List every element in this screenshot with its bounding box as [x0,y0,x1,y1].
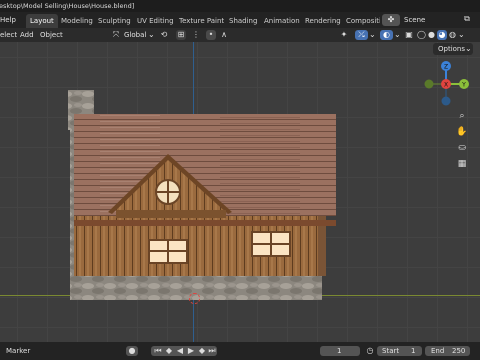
select-menu[interactable]: elect [0,31,17,39]
solid-shading-icon[interactable]: ● [427,30,436,40]
house-model[interactable] [60,90,350,302]
chevron-down-icon[interactable]: ⌄ [458,30,465,40]
3d-viewport[interactable]: Options ⌄ Z Y X ⌕ ✋ ⛀ ▦ [0,42,480,342]
magnet-icon: ⊞ [177,30,185,39]
material-preview-toggle[interactable]: ◕ [437,30,447,40]
zoom-icon[interactable]: ⌕ [454,108,470,124]
proportional-editing-icon: • [208,30,214,39]
jump-end-icon[interactable]: ⏭ [207,346,217,356]
grid-view-icon[interactable]: ▦ [454,156,470,172]
object-menu[interactable]: Object [40,31,63,39]
chevron-down-icon: ⌄ [465,44,472,53]
tab-layout[interactable]: Layout [26,14,58,28]
gizmo-x-label: X [444,82,448,89]
play-icon[interactable]: ▶ [186,346,196,356]
end-frame-field[interactable]: End 250 [425,346,470,356]
overlays-icon: ◐ [383,30,390,39]
current-frame-value: 1 [337,347,342,355]
play-reverse-icon[interactable]: ◀ [175,346,185,356]
xray-icon[interactable]: ▣ [404,30,414,40]
rendered-shading-icon[interactable]: ◍ [448,30,457,40]
scene-name[interactable]: Scene [404,16,425,24]
options-label: Options [438,45,466,53]
jump-start-icon[interactable]: ⏮ [153,346,163,356]
hand-pan-icon[interactable]: ✋ [454,124,470,140]
title-bar: esktop\Model Selling\House\House.blend] [0,0,480,12]
tab-rendering[interactable]: Rendering [305,14,341,28]
pivot-point-icon[interactable]: ⟲ [158,30,170,40]
snap-target-icon[interactable]: ⋮ [190,30,202,40]
viewport-header: elect Add Object ⤧ Global ⌄ ⟲ ⊞ ⋮ • ∧ ✦ … [0,28,480,42]
navigation-gizmo[interactable]: Z Y X [418,58,474,108]
chevron-down-icon: ⌄ [148,30,155,39]
tab-uv-editing[interactable]: UV Editing [137,14,174,28]
help-menu[interactable]: Help [0,16,16,24]
transform-orientation-icon: ⤧ [112,30,120,39]
tab-animation[interactable]: Animation [264,14,300,28]
start-frame-field[interactable]: Start 1 [377,346,422,356]
falloff-icon[interactable]: ∧ [219,30,229,40]
end-label: End [431,347,445,355]
end-value: 250 [452,347,466,355]
tab-modeling[interactable]: Modeling [61,14,93,28]
start-label: Start [382,347,400,355]
overlays-toggle[interactable]: ◐ [380,30,393,40]
prev-keyframe-icon[interactable]: ◆ [164,346,174,356]
tab-compositing[interactable]: Compositi [346,14,380,28]
material-preview-icon: ◕ [438,30,446,39]
gizmo-toggle[interactable]: ⤯ [355,30,368,40]
auto-keying-button[interactable]: ● [126,346,138,356]
3d-cursor [189,293,200,304]
marker-menu[interactable]: Marker [6,347,30,355]
scene-selector-button[interactable]: ✤ [382,14,400,26]
snap-toggle[interactable]: ⊞ [176,30,186,40]
wireframe-shading-icon[interactable]: ◯ [417,30,426,40]
chevron-down-icon[interactable]: ⌄ [394,30,401,40]
transform-orientation-dropdown[interactable]: Global [124,31,146,39]
gizmo-icon: ⤯ [358,30,365,39]
next-keyframe-icon[interactable]: ◆ [197,346,207,356]
tab-sculpting[interactable]: Sculpting [98,14,131,28]
playback-controls: ⏮ ◆ ◀ ▶ ◆ ⏭ [151,346,217,356]
chevron-down-icon[interactable]: ⌄ [369,30,376,40]
scene-browse-icon[interactable]: ⧉ [462,14,472,24]
gizmo-z-label: Z [444,64,448,71]
tab-shading[interactable]: Shading [229,14,257,28]
window-title: esktop\Model Selling\House\House.blend] [0,2,135,10]
clock-icon[interactable]: ◷ [365,346,375,356]
proportional-editing-toggle[interactable]: • [206,30,216,40]
current-frame-field[interactable]: 1 [320,346,360,356]
scene-icon: ✤ [387,15,395,24]
top-menu-bar: Help Layout Modeling Sculpting UV Editin… [0,12,480,28]
add-menu[interactable]: Add [20,31,34,39]
options-button[interactable]: Options ⌄ [433,43,473,55]
visibility-icon[interactable]: ✦ [338,30,350,40]
tab-texture-paint[interactable]: Texture Paint [179,14,224,28]
timeline-bar: Marker ● ⏮ ◆ ◀ ▶ ◆ ⏭ 1 ◷ Start 1 End 250 [0,342,480,360]
gizmo-y-label: Y [461,82,466,89]
record-icon: ● [128,346,136,355]
start-value: 1 [411,347,416,355]
camera-icon[interactable]: ⛀ [454,140,470,156]
